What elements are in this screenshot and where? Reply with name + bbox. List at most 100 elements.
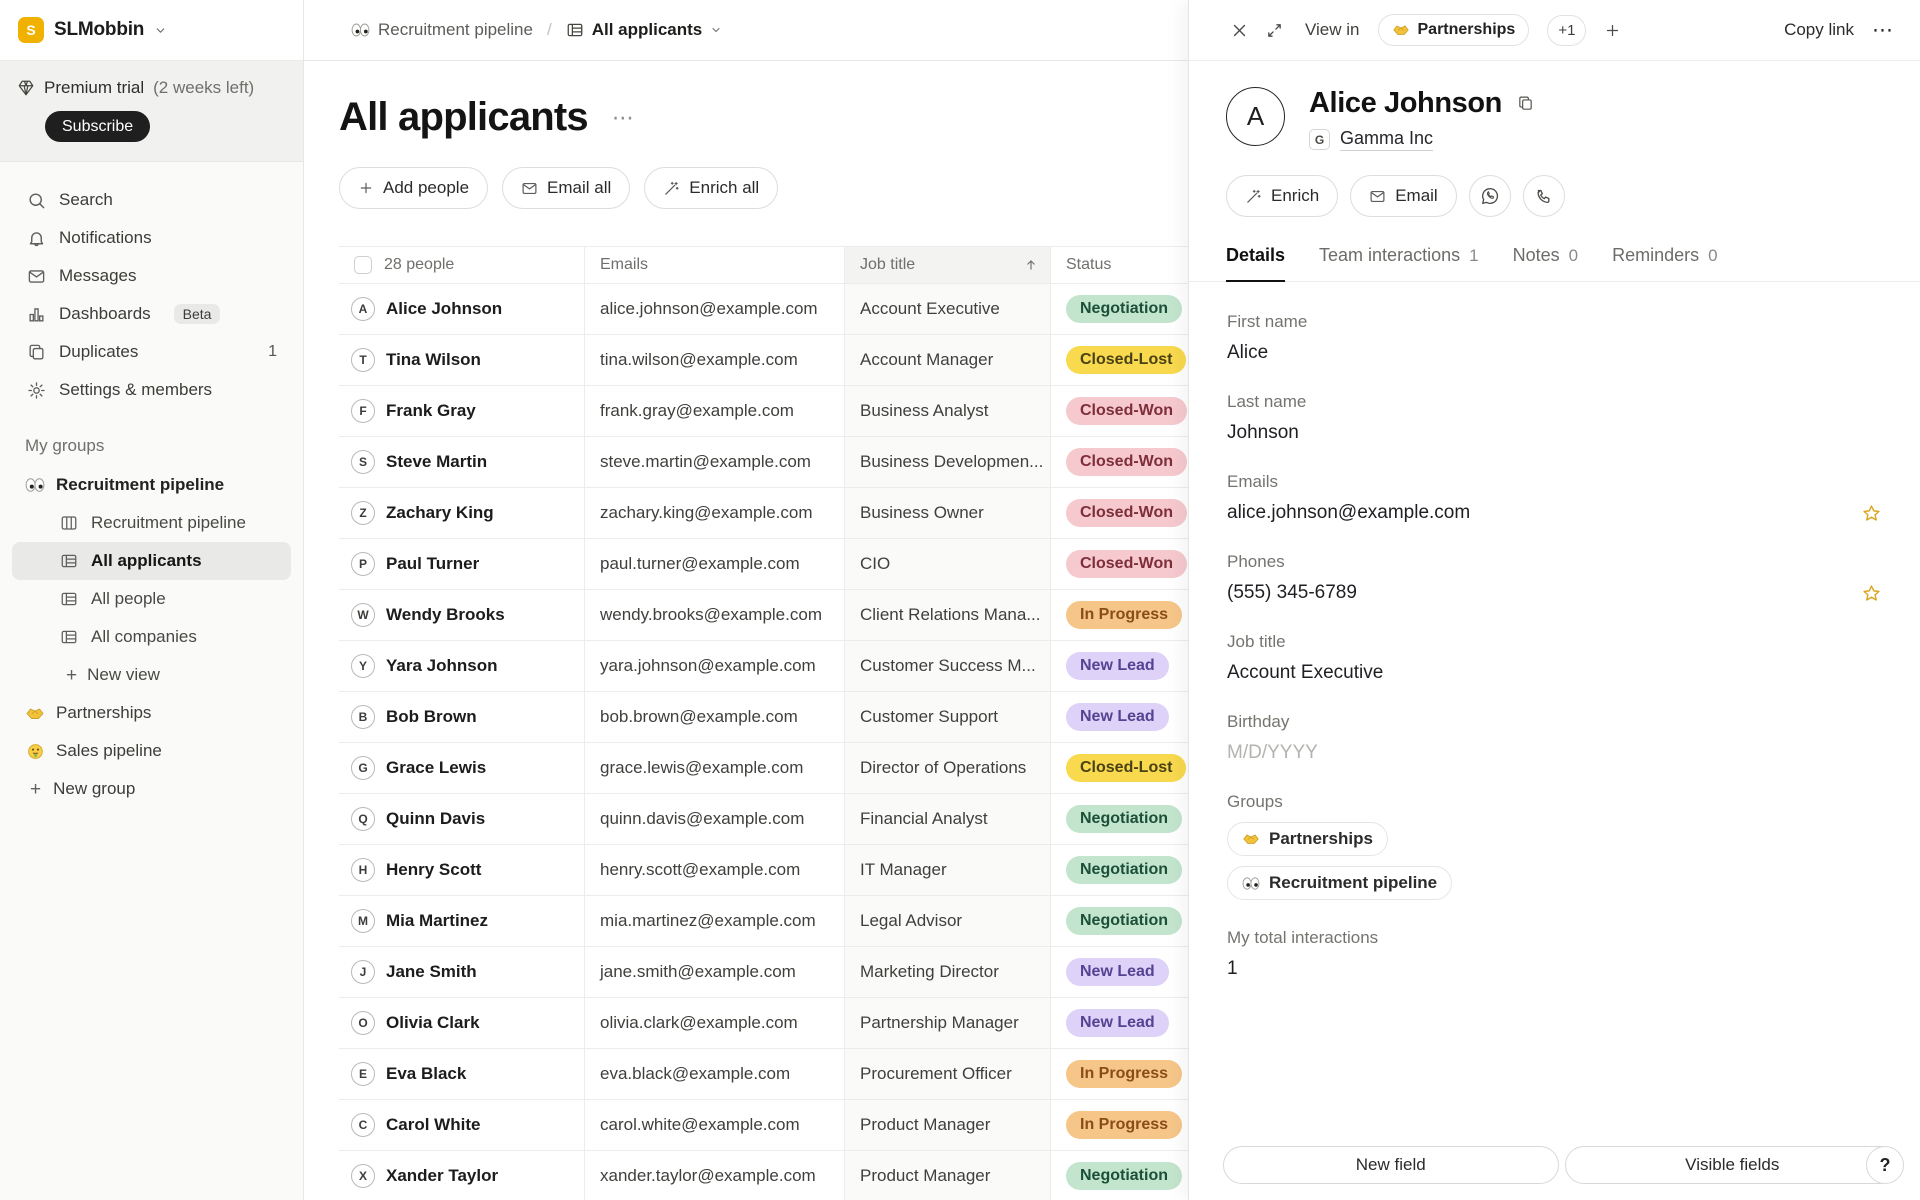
sidebar-group-sales[interactable]: Sales pipeline <box>12 732 291 770</box>
table-icon <box>59 628 79 646</box>
column-header-status[interactable]: Status <box>1051 247 1188 283</box>
sidebar-view-all-people[interactable]: All people <box>12 580 291 618</box>
copy-link-button[interactable]: Copy link <box>1784 20 1854 40</box>
visible-fields-button[interactable]: Visible fields <box>1565 1146 1901 1184</box>
column-header-job-title[interactable]: Job title <box>845 247 1051 283</box>
table-row[interactable]: Y Yara Johnson yara.johnson@example.com … <box>339 641 1188 692</box>
table-row[interactable]: E Eva Black eva.black@example.com Procur… <box>339 1049 1188 1100</box>
panel-more-icon[interactable]: ⋯ <box>1872 18 1894 43</box>
table-row[interactable]: T Tina Wilson tina.wilson@example.com Ac… <box>339 335 1188 386</box>
person-name: Mia Martinez <box>386 911 488 931</box>
field-value[interactable]: Johnson <box>1227 422 1882 444</box>
sidebar-group-recruitment[interactable]: Recruitment pipeline <box>12 466 291 504</box>
expand-icon[interactable] <box>1266 22 1283 39</box>
button-label: Enrich all <box>689 178 759 198</box>
sidebar-view-recruitment-pipeline[interactable]: Recruitment pipeline <box>12 504 291 542</box>
table-row[interactable]: Z Zachary King zachary.king@example.com … <box>339 488 1188 539</box>
status-badge: New Lead <box>1066 703 1169 731</box>
sidebar-item-label: Duplicates <box>59 342 138 362</box>
breadcrumb-group[interactable]: Recruitment pipeline <box>351 20 533 40</box>
group-pill-recruitment[interactable]: Recruitment pipeline <box>1227 866 1452 900</box>
person-job: Customer Success M... <box>845 641 1051 691</box>
more-groups-badge[interactable]: +1 <box>1547 15 1586 46</box>
person-email: olivia.clark@example.com <box>585 998 845 1048</box>
partnerships-pill[interactable]: Partnerships <box>1378 14 1530 46</box>
whatsapp-icon <box>1480 186 1500 206</box>
table-row[interactable]: C Carol White carol.white@example.com Pr… <box>339 1100 1188 1151</box>
title-more-icon[interactable]: ⋯ <box>612 105 636 131</box>
table-row[interactable]: J Jane Smith jane.smith@example.com Mark… <box>339 947 1188 998</box>
table-row[interactable]: F Frank Gray frank.gray@example.com Busi… <box>339 386 1188 437</box>
subscribe-button[interactable]: Subscribe <box>45 111 150 142</box>
field-value[interactable]: Alice <box>1227 342 1882 364</box>
table-row[interactable]: G Grace Lewis grace.lewis@example.com Di… <box>339 743 1188 794</box>
enrich-button[interactable]: Enrich <box>1226 175 1338 217</box>
add-people-button[interactable]: Add people <box>339 167 488 209</box>
table-row[interactable]: M Mia Martinez mia.martinez@example.com … <box>339 896 1188 947</box>
sidebar-view-all-companies[interactable]: All companies <box>12 618 291 656</box>
breadcrumb-view[interactable]: All applicants <box>566 20 723 40</box>
table-row[interactable]: Q Quinn Davis quinn.davis@example.com Fi… <box>339 794 1188 845</box>
row-avatar: Z <box>351 501 375 525</box>
sidebar-new-view[interactable]: + New view <box>12 656 291 694</box>
field-label: Groups <box>1227 792 1882 812</box>
main-content: Recruitment pipeline / All applicants Al… <box>304 0 1188 1200</box>
table-row[interactable]: X Xander Taylor xander.taylor@example.co… <box>339 1151 1188 1200</box>
row-avatar: Y <box>351 654 375 678</box>
star-icon[interactable] <box>1861 503 1882 524</box>
sidebar-view-all-applicants[interactable]: All applicants <box>12 542 291 580</box>
person-email: mia.martinez@example.com <box>585 896 845 946</box>
sidebar-new-group[interactable]: + New group <box>12 770 291 808</box>
row-avatar: X <box>351 1164 375 1188</box>
email-all-button[interactable]: Email all <box>502 167 630 209</box>
whatsapp-button[interactable] <box>1469 175 1511 217</box>
tab-details[interactable]: Details <box>1226 245 1285 282</box>
person-email: quinn.davis@example.com <box>585 794 845 844</box>
bell-icon <box>26 229 46 248</box>
sidebar-item-settings[interactable]: Settings & members <box>12 371 291 409</box>
panel-header: View in Partnerships +1 Copy link ⋯ <box>1189 0 1920 61</box>
select-all-checkbox[interactable] <box>354 256 372 274</box>
copy-icon[interactable] <box>1517 95 1534 112</box>
new-field-button[interactable]: New field <box>1223 1146 1559 1184</box>
enrich-all-button[interactable]: Enrich all <box>644 167 778 209</box>
field-value[interactable]: alice.johnson@example.com <box>1227 502 1470 524</box>
person-email: paul.turner@example.com <box>585 539 845 589</box>
person-job: Customer Support <box>845 692 1051 742</box>
company-link[interactable]: Gamma Inc <box>1340 128 1433 151</box>
table-row[interactable]: A Alice Johnson alice.johnson@example.co… <box>339 284 1188 335</box>
sidebar-item-search[interactable]: Search <box>12 181 291 219</box>
tab-notes[interactable]: Notes 0 <box>1513 245 1579 281</box>
birthday-placeholder[interactable]: M/D/YYYY <box>1227 742 1882 764</box>
sidebar-item-dashboards[interactable]: Dashboards Beta <box>12 295 291 333</box>
sidebar-item-duplicates[interactable]: Duplicates 1 <box>12 333 291 371</box>
field-value[interactable]: Account Executive <box>1227 662 1882 684</box>
table-row[interactable]: S Steve Martin steve.martin@example.com … <box>339 437 1188 488</box>
field-value[interactable]: (555) 345-6789 <box>1227 582 1357 604</box>
column-header-emails[interactable]: Emails <box>585 247 845 283</box>
group-pill-partnerships[interactable]: Partnerships <box>1227 822 1388 856</box>
close-icon[interactable] <box>1231 22 1248 39</box>
email-button[interactable]: Email <box>1350 175 1457 217</box>
view-label: All companies <box>91 627 197 647</box>
sidebar-group-partnerships[interactable]: Partnerships <box>12 694 291 732</box>
crm-app: S SLMobbin Premium trial (2 weeks left) … <box>0 0 1920 1200</box>
sidebar-item-messages[interactable]: Messages <box>12 257 291 295</box>
table-row[interactable]: H Henry Scott henry.scott@example.com IT… <box>339 845 1188 896</box>
table-row[interactable]: O Olivia Clark olivia.clark@example.com … <box>339 998 1188 1049</box>
workspace-switcher[interactable]: S SLMobbin <box>0 0 303 61</box>
table-row[interactable]: W Wendy Brooks wendy.brooks@example.com … <box>339 590 1188 641</box>
sidebar-item-notifications[interactable]: Notifications <box>12 219 291 257</box>
trial-banner: Premium trial (2 weeks left) Subscribe <box>0 61 303 162</box>
table-row[interactable]: B Bob Brown bob.brown@example.com Custom… <box>339 692 1188 743</box>
table-row[interactable]: P Paul Turner paul.turner@example.com CI… <box>339 539 1188 590</box>
help-button[interactable]: ? <box>1866 1146 1904 1184</box>
field-label: Emails <box>1227 472 1882 492</box>
add-to-group-icon[interactable] <box>1604 22 1621 39</box>
chevron-down-icon <box>154 24 167 37</box>
phone-button[interactable] <box>1523 175 1565 217</box>
sidebar-item-label: Dashboards <box>59 304 151 324</box>
star-icon[interactable] <box>1861 583 1882 604</box>
tab-reminders[interactable]: Reminders 0 <box>1612 245 1718 281</box>
tab-team-interactions[interactable]: Team interactions 1 <box>1319 245 1479 281</box>
